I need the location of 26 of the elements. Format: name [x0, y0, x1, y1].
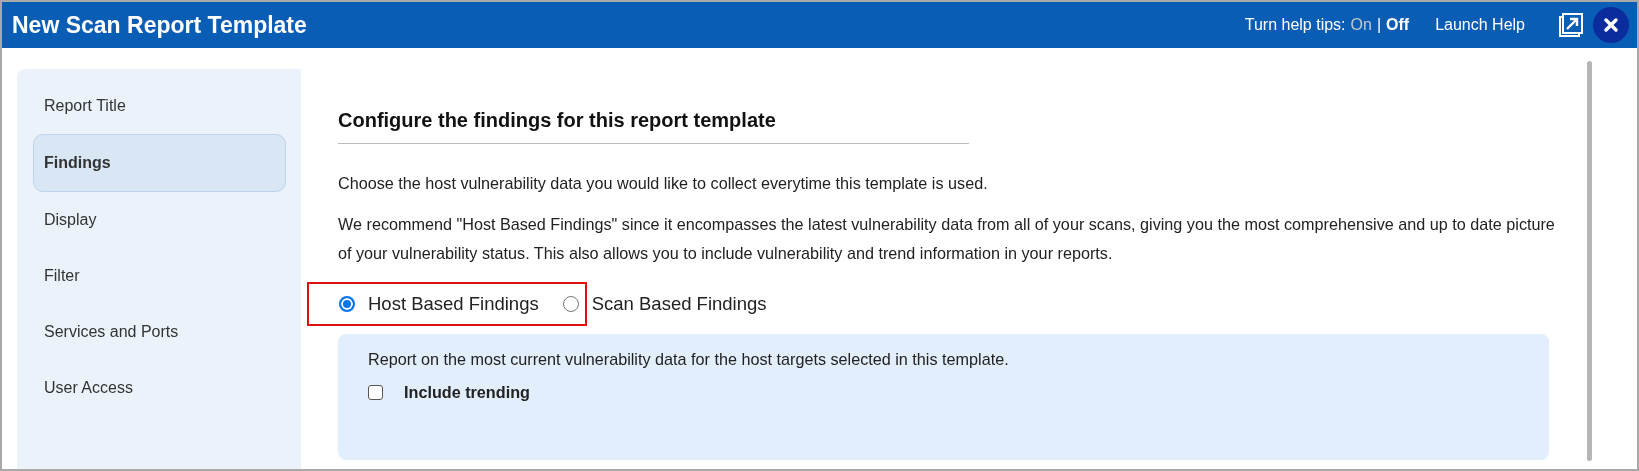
help-tips-option[interactable]: Off: [1386, 16, 1410, 34]
close-button[interactable]: [1593, 7, 1629, 43]
sidebar-item[interactable]: Report Title: [33, 78, 286, 134]
checkbox[interactable]: [368, 385, 383, 400]
sidebar-item[interactable]: Findings: [33, 134, 286, 192]
pop-out-icon[interactable]: [1559, 13, 1583, 37]
sidebar-item[interactable]: Display: [33, 192, 286, 248]
section-heading: Configure the findings for this report template: [338, 109, 969, 144]
detail-text: Report on the most current vulnerability data for the host targets selected in this template.: [368, 350, 1010, 369]
close-icon[interactable]: [1603, 17, 1619, 33]
sidebar-item[interactable]: Services and Ports: [33, 304, 286, 360]
help-tips-option[interactable]: On: [1350, 16, 1372, 34]
separator-text: |: [1376, 16, 1382, 34]
scrollbar[interactable]: [1587, 61, 1592, 461]
launch-help-link[interactable]: Launch Help: [1435, 16, 1525, 34]
radio-option[interactable]: Host Based Findings: [339, 293, 539, 315]
sidebar-item[interactable]: Filter: [33, 248, 286, 304]
radio-button[interactable]: [339, 296, 355, 312]
description-text: Choose the host vulnerability data you would like to collect everytime this template is used.: [338, 173, 989, 194]
sidebar-item[interactable]: User Access: [33, 360, 286, 416]
description-text: We recommend "Host Based Findings" since it encompasses the latest vulnerability data from all of your scans, giving you the most comprehensive and up to date picture of your vulnerability status. This also allows you to include vulnerability and trend information in your reports.: [338, 214, 1556, 264]
window-title: New Scan Report Template: [12, 11, 308, 39]
radio-button[interactable]: [562, 296, 579, 312]
checkbox-option[interactable]: Include trending: [368, 383, 1519, 402]
help-tips-label: Turn help tips:: [1244, 16, 1346, 34]
radio-option[interactable]: Scan Based Findings: [562, 293, 767, 315]
